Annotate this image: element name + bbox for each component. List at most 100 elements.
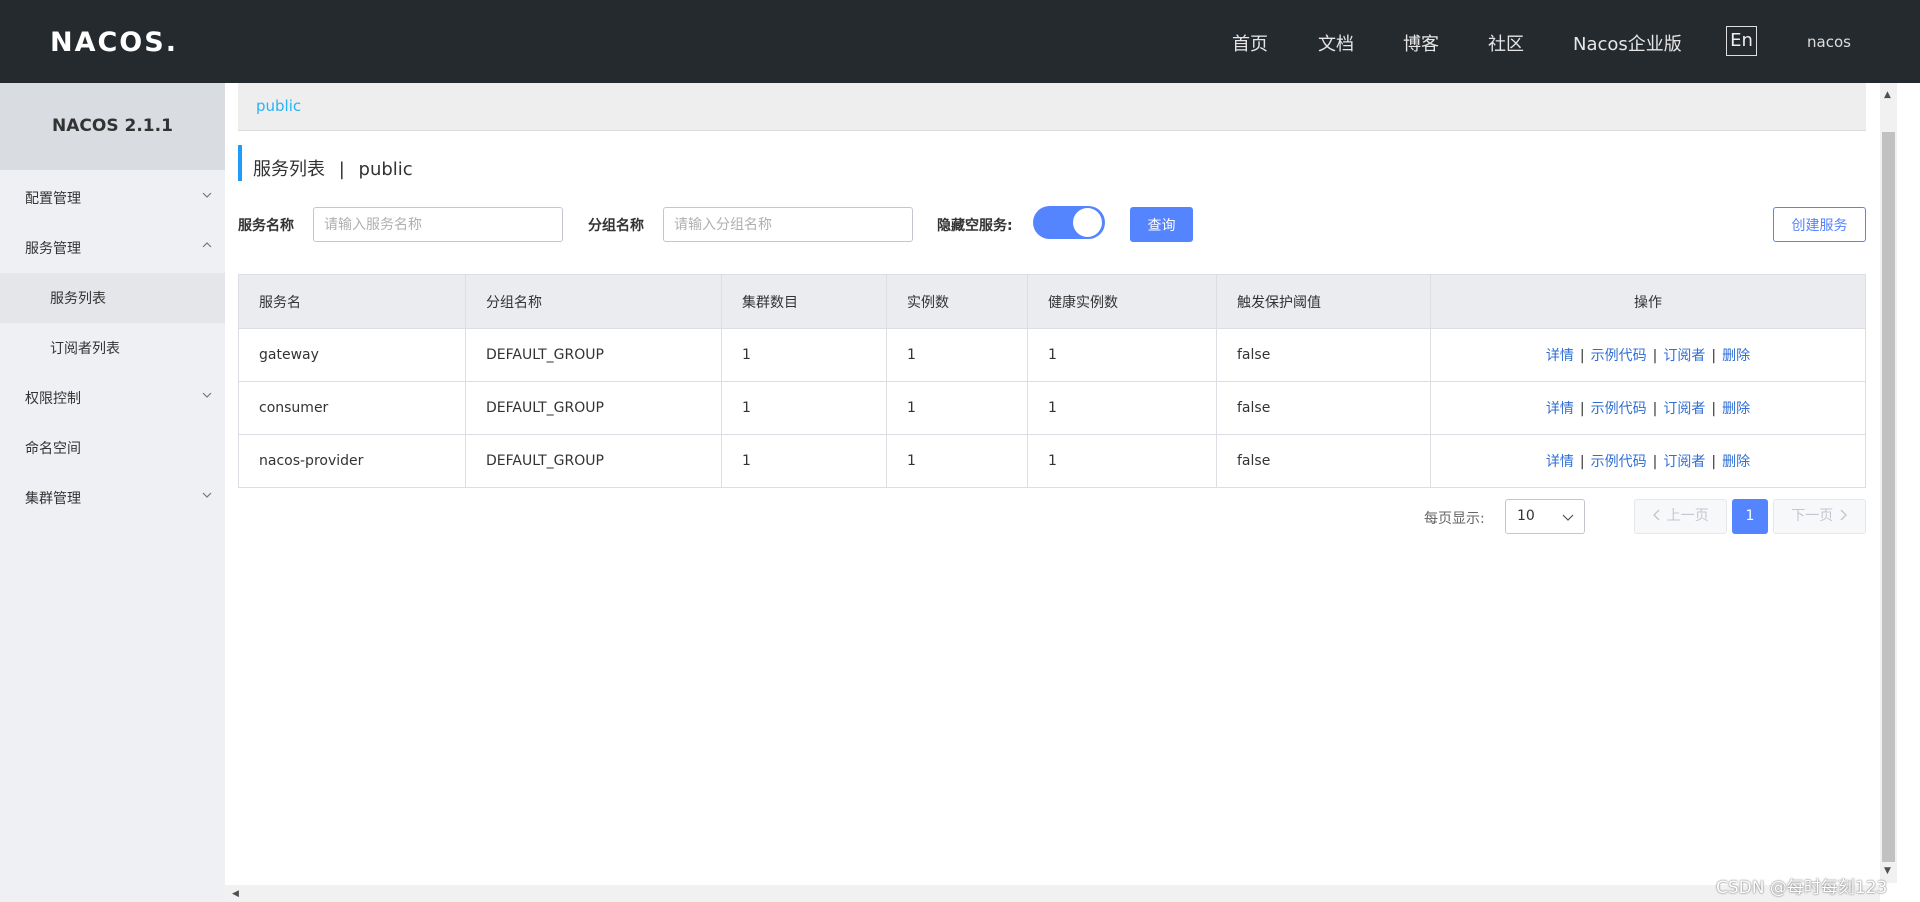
table-row: nacos-provider DEFAULT_GROUP 1 1 1 false… — [238, 434, 1866, 488]
op-separator: | — [1652, 401, 1658, 417]
scroll-up-arrow-icon[interactable]: ▲ — [1884, 90, 1891, 100]
cell-threshold: false — [1216, 328, 1431, 382]
sidebar-item-namespace[interactable]: 命名空间 — [0, 423, 225, 473]
service-table: 服务名 分组名称 集群数目 实例数 健康实例数 触发保护阈值 操作 gatewa… — [238, 274, 1866, 488]
sample-code-link[interactable]: 示例代码 — [1591, 401, 1647, 417]
op-separator: | — [1579, 401, 1585, 417]
table-row: gateway DEFAULT_GROUP 1 1 1 false 详情 | 示例代… — [238, 328, 1866, 382]
page-title-namespace: public — [358, 159, 413, 180]
subscribers-link[interactable]: 订阅者 — [1663, 401, 1705, 417]
delete-link[interactable]: 删除 — [1722, 401, 1750, 417]
cell-clusters: 1 — [721, 328, 887, 382]
horizontal-scrollbar[interactable] — [225, 885, 1880, 902]
op-separator: | — [1652, 348, 1658, 364]
sample-code-link[interactable]: 示例代码 — [1591, 348, 1647, 364]
cell-service-name: nacos-provider — [238, 434, 466, 488]
top-header: NACOS. 首页 文档 博客 社区 Nacos企业版 En nacos — [0, 0, 1920, 83]
cell-healthy: 1 — [1027, 434, 1217, 488]
cell-instances: 1 — [886, 434, 1028, 488]
prev-page-button[interactable]: 上一页 — [1634, 499, 1727, 534]
cell-group: DEFAULT_GROUP — [465, 328, 722, 382]
table-row: consumer DEFAULT_GROUP 1 1 1 false 详情 | 示例… — [238, 381, 1866, 435]
cell-operations: 详情 | 示例代码 | 订阅者 | 删除 — [1430, 381, 1866, 435]
group-name-label: 分组名称 — [588, 218, 644, 234]
cell-operations: 详情 | 示例代码 | 订阅者 | 删除 — [1430, 434, 1866, 488]
subscribers-link[interactable]: 订阅者 — [1663, 348, 1705, 364]
nacos-logo[interactable]: NACOS. — [50, 24, 178, 60]
cell-instances: 1 — [886, 381, 1028, 435]
col-service-name: 服务名 — [238, 274, 466, 329]
detail-link[interactable]: 详情 — [1546, 348, 1574, 364]
page-size-select[interactable]: 10 — [1505, 499, 1585, 534]
next-page-button[interactable]: 下一页 — [1773, 499, 1866, 534]
op-separator: | — [1579, 454, 1585, 470]
sidebar-item-label: 命名空间 — [25, 441, 81, 457]
cell-operations: 详情 | 示例代码 | 订阅者 | 删除 — [1430, 328, 1866, 382]
sidebar-item-label: 配置管理 — [25, 191, 81, 207]
service-name-label: 服务名称 — [238, 218, 294, 234]
sidebar-item-label: 权限控制 — [25, 391, 81, 407]
col-instance-count: 实例数 — [886, 274, 1028, 329]
cell-group: DEFAULT_GROUP — [465, 434, 722, 488]
sidebar-item-label: 服务列表 — [50, 291, 106, 307]
sidebar-item-service-management[interactable]: 服务管理 — [0, 223, 225, 273]
namespace-link-public[interactable]: public — [256, 97, 301, 115]
cell-group: DEFAULT_GROUP — [465, 381, 722, 435]
op-separator: | — [1579, 348, 1585, 364]
sidebar-item-config-management[interactable]: 配置管理 — [0, 173, 225, 223]
vertical-scrollbar-thumb[interactable] — [1882, 132, 1895, 862]
nav-enterprise[interactable]: Nacos企业版 — [1573, 30, 1682, 56]
chevron-down-icon — [202, 192, 212, 198]
sidebar-item-label: 服务管理 — [25, 241, 81, 257]
col-protect-threshold: 触发保护阈值 — [1216, 274, 1431, 329]
nav-blog[interactable]: 博客 — [1403, 30, 1439, 56]
cell-healthy: 1 — [1027, 381, 1217, 435]
sidebar-version-title: NACOS 2.1.1 — [0, 83, 225, 170]
hide-empty-toggle[interactable] — [1033, 206, 1105, 239]
sidebar-item-access-control[interactable]: 权限控制 — [0, 373, 225, 423]
query-button[interactable]: 查询 — [1130, 207, 1193, 242]
page-title: 服务列表 | public — [253, 155, 413, 181]
page-size-value: 10 — [1517, 508, 1535, 524]
toggle-knob — [1073, 208, 1102, 237]
sidebar-item-cluster-management[interactable]: 集群管理 — [0, 473, 225, 523]
sidebar-item-label: 集群管理 — [25, 491, 81, 507]
delete-link[interactable]: 删除 — [1722, 454, 1750, 470]
language-switch-button[interactable]: En — [1726, 26, 1757, 56]
title-separator: | — [338, 159, 345, 180]
create-service-button[interactable]: 创建服务 — [1773, 207, 1866, 242]
nav-docs[interactable]: 文档 — [1318, 30, 1354, 56]
page-size-label: 每页显示: — [1424, 511, 1485, 527]
nav-community[interactable]: 社区 — [1488, 30, 1524, 56]
sample-code-link[interactable]: 示例代码 — [1591, 454, 1647, 470]
col-cluster-count: 集群数目 — [721, 274, 887, 329]
chevron-right-icon — [1840, 509, 1847, 521]
title-accent-bar — [238, 145, 242, 181]
delete-link[interactable]: 删除 — [1722, 348, 1750, 364]
cell-threshold: false — [1216, 434, 1431, 488]
cell-healthy: 1 — [1027, 328, 1217, 382]
cell-clusters: 1 — [721, 434, 887, 488]
col-healthy-count: 健康实例数 — [1027, 274, 1217, 329]
col-operations: 操作 — [1430, 274, 1866, 329]
sidebar-item-label: 订阅者列表 — [50, 341, 120, 357]
nav-home[interactable]: 首页 — [1232, 30, 1268, 56]
page-number-current[interactable]: 1 — [1732, 499, 1768, 534]
chevron-up-icon — [202, 242, 212, 248]
op-separator: | — [1652, 454, 1658, 470]
logo-text: NACOS. — [50, 26, 178, 58]
chevron-down-icon — [202, 392, 212, 398]
user-name[interactable]: nacos — [1807, 33, 1851, 51]
scroll-left-arrow-icon[interactable]: ◀ — [232, 889, 239, 899]
sidebar-item-subscriber-list[interactable]: 订阅者列表 — [0, 323, 225, 373]
sidebar-item-service-list[interactable]: 服务列表 — [0, 273, 225, 323]
service-name-input[interactable] — [313, 207, 563, 242]
chevron-down-icon — [202, 492, 212, 498]
detail-link[interactable]: 详情 — [1546, 454, 1574, 470]
chevron-down-icon — [1562, 514, 1574, 521]
hide-empty-label: 隐藏空服务: — [937, 218, 1013, 234]
detail-link[interactable]: 详情 — [1546, 401, 1574, 417]
cell-service-name: gateway — [238, 328, 466, 382]
group-name-input[interactable] — [663, 207, 913, 242]
subscribers-link[interactable]: 订阅者 — [1663, 454, 1705, 470]
